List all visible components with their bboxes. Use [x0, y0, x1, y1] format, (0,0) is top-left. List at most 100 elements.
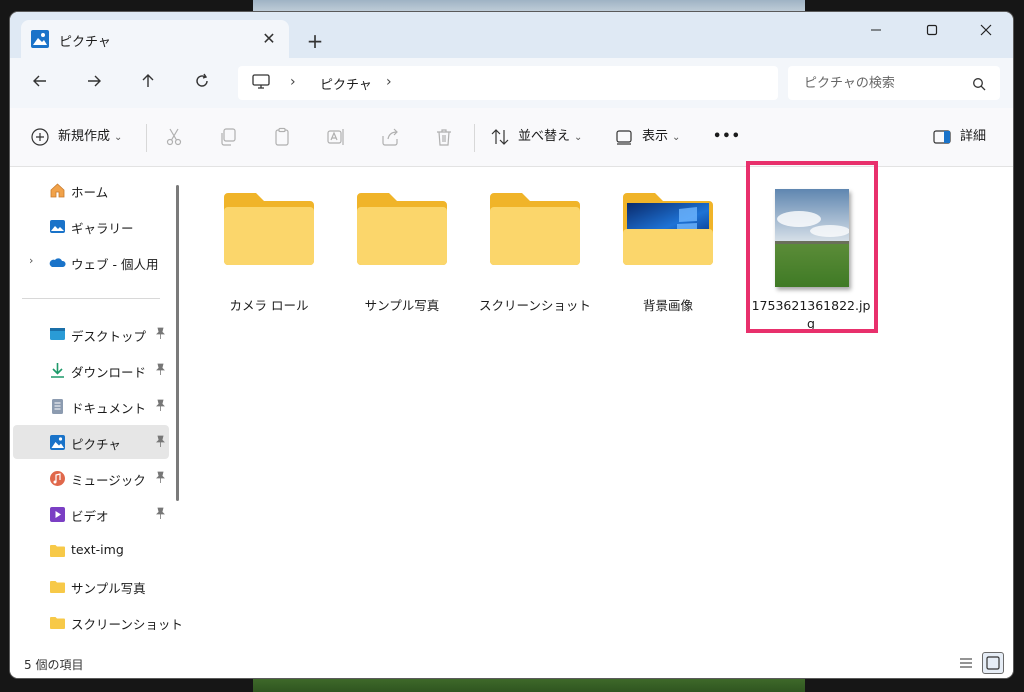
sidebar-item-documents[interactable]: ドキュメント	[13, 389, 169, 423]
chevron-down-icon: ⌄	[672, 132, 681, 143]
search-input[interactable]	[788, 66, 1000, 100]
pin-icon[interactable]	[155, 327, 166, 340]
sidebar-item-label: サンプル写真	[71, 581, 146, 596]
pictures-icon	[50, 435, 65, 450]
folder-icon	[224, 193, 314, 265]
delete-icon[interactable]	[434, 127, 454, 147]
navigation-pane: ホーム ギャラリー › ウェブ - 個人用 デスクトップ ダウンロード ドキュメ…	[10, 167, 186, 648]
item-label: 1753621361822.jpg	[751, 298, 871, 331]
pin-icon[interactable]	[155, 435, 166, 448]
background-photo-bottom	[253, 678, 805, 692]
cut-icon[interactable]	[164, 127, 184, 147]
search-icon[interactable]	[972, 77, 986, 91]
command-bar: 新規作成 ⌄ 並べ替え ⌄ 表示 ⌄ ••• 詳細	[10, 108, 1013, 167]
sidebar-item-pictures[interactable]: ピクチャ	[13, 425, 169, 459]
details-button[interactable]: 詳細	[960, 124, 986, 150]
refresh-button[interactable]	[188, 70, 216, 98]
folder-item-camera-roll[interactable]: カメラ ロール	[209, 179, 329, 329]
sidebar-item-onedrive[interactable]: › ウェブ - 個人用	[13, 245, 169, 279]
item-count: 5 個の項目	[24, 658, 84, 672]
sidebar-item-text-img[interactable]: text-img	[13, 533, 169, 567]
new-tab-icon[interactable]: +	[302, 28, 328, 54]
details-view-icon[interactable]	[956, 653, 976, 673]
sort-label: 並べ替え	[518, 129, 571, 144]
sidebar-item-videos[interactable]: ビデオ	[13, 497, 169, 531]
sidebar-item-label: text-img	[71, 542, 124, 557]
maximize-button[interactable]	[909, 16, 955, 46]
back-button[interactable]	[26, 70, 54, 98]
sidebar-item-home[interactable]: ホーム	[13, 173, 169, 207]
refresh-icon	[196, 73, 208, 87]
file-explorer-window: ピクチャ ✕ + › ピクチャ › ピクチャの検索 新規作成 ⌄ 並べ替え ⌄ …	[10, 12, 1013, 678]
pin-icon[interactable]	[155, 399, 166, 412]
sidebar-item-music[interactable]: ミュージック	[13, 461, 169, 495]
computer-icon	[252, 74, 270, 89]
chevron-right-icon[interactable]: ›	[29, 254, 33, 267]
paste-icon[interactable]	[272, 127, 292, 147]
item-label: カメラ ロール	[229, 298, 309, 313]
copy-icon[interactable]	[218, 127, 238, 147]
pin-icon[interactable]	[155, 363, 166, 376]
details-label: 詳細	[960, 129, 987, 144]
more-options-button[interactable]: •••	[713, 124, 741, 150]
sidebar-item-downloads[interactable]: ダウンロード	[13, 353, 169, 387]
music-icon	[50, 471, 65, 486]
sort-icon	[491, 129, 509, 145]
breadcrumb[interactable]: › ピクチャ ›	[238, 66, 778, 100]
view-button[interactable]: 表示 ⌄	[642, 124, 680, 150]
title-bar: ピクチャ ✕ +	[10, 12, 1013, 58]
sidebar-item-label: ピクチャ	[71, 437, 121, 452]
document-icon	[52, 399, 63, 414]
sidebar-item-label: スクリーンショット	[71, 617, 183, 632]
folder-item-wallpapers[interactable]: 背景画像	[608, 179, 728, 329]
large-icons-view-button[interactable]	[982, 652, 1004, 674]
folder-icon	[50, 617, 65, 629]
folder-item-screenshots[interactable]: スクリーンショット	[475, 179, 595, 329]
address-bar: › ピクチャ ›	[10, 58, 1013, 108]
wallpaper-folder-icon	[623, 193, 713, 265]
toolbar-divider	[474, 124, 475, 152]
up-button[interactable]	[134, 70, 162, 98]
folder-item-sample-photos[interactable]: サンプル写真	[342, 179, 462, 329]
sidebar-item-sample-photos[interactable]: サンプル写真	[13, 569, 169, 603]
close-button[interactable]	[963, 16, 1009, 46]
chevron-right-icon[interactable]: ›	[386, 74, 392, 90]
folder-icon	[490, 193, 580, 265]
folder-icon	[357, 193, 447, 265]
breadcrumb-item-pictures[interactable]: ピクチャ	[320, 74, 372, 93]
pin-icon[interactable]	[155, 471, 166, 484]
view-icon	[616, 130, 632, 145]
image-item-jpg[interactable]: 1753621361822.jpg	[751, 179, 871, 331]
tab-pictures[interactable]: ピクチャ ✕	[21, 20, 289, 58]
folder-icon	[50, 545, 65, 557]
chevron-right-icon[interactable]: ›	[290, 74, 296, 90]
folder-icon	[50, 581, 65, 593]
video-icon	[50, 507, 65, 522]
minimize-icon	[871, 29, 881, 31]
minimize-button[interactable]	[853, 16, 899, 46]
download-icon	[51, 363, 64, 378]
item-label: サンプル写真	[364, 298, 440, 313]
share-icon[interactable]	[380, 127, 400, 147]
forward-button[interactable]	[80, 70, 108, 98]
tiles-view-icon	[986, 656, 1000, 670]
file-list: カメラ ロール サンプル写真 スクリーンショット 背景画像 1753621361…	[190, 161, 1013, 648]
onedrive-icon	[49, 258, 66, 267]
pictures-icon	[31, 30, 49, 48]
close-icon	[980, 24, 992, 36]
sidebar-item-gallery[interactable]: ギャラリー	[13, 209, 169, 243]
view-label: 表示	[642, 129, 669, 144]
desktop-icon	[50, 328, 65, 340]
tab-close-icon[interactable]: ✕	[257, 27, 281, 51]
new-plus-icon	[31, 128, 49, 146]
chevron-down-icon: ⌄	[114, 132, 123, 143]
rename-icon[interactable]	[326, 127, 346, 147]
sidebar-item-desktop[interactable]: デスクトップ	[13, 317, 169, 351]
image-thumbnail	[775, 189, 849, 287]
sidebar-item-screenshots[interactable]: スクリーンショット	[13, 605, 183, 639]
sort-button[interactable]: 並べ替え ⌄	[518, 124, 582, 150]
sidebar-scrollbar[interactable]	[176, 185, 179, 501]
pin-icon[interactable]	[155, 507, 166, 520]
new-button[interactable]: 新規作成 ⌄	[58, 124, 122, 150]
status-bar: 5 個の項目	[10, 648, 1013, 678]
